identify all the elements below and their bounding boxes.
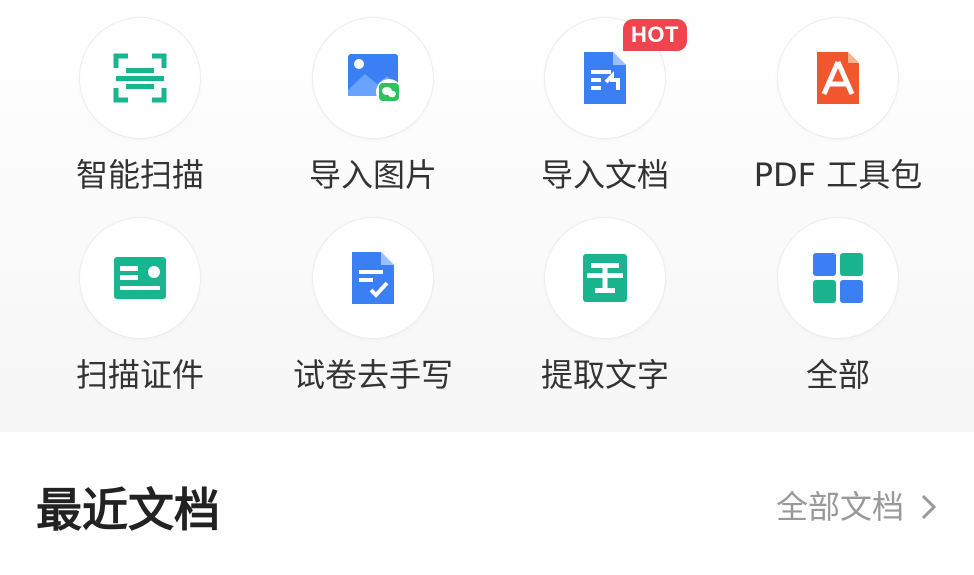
tool-label: PDF 工具包 <box>753 156 923 194</box>
tool-icon-circle <box>778 18 898 138</box>
tool-label: 试卷去手写 <box>292 356 453 394</box>
all-documents-link[interactable]: 全部文档 <box>776 487 940 527</box>
tool-label: 全部 <box>805 356 870 394</box>
hot-badge: HOT <box>623 19 687 51</box>
scan-icon <box>113 53 167 103</box>
tool-icon-circle <box>545 218 665 338</box>
chevron-right-icon <box>921 494 937 520</box>
recent-documents-title: 最近文档 <box>36 483 220 537</box>
tool-exam-remove-handwriting[interactable]: 试卷去手写 <box>257 218 489 418</box>
tool-all[interactable]: 全部 <box>722 218 954 418</box>
tool-label: 导入文档 <box>540 156 669 194</box>
tool-icon-circle <box>80 218 200 338</box>
pdf-icon <box>817 52 859 104</box>
tool-label: 智能扫描 <box>75 156 204 194</box>
tool-extract-text[interactable]: 提取文字 <box>489 218 721 418</box>
import-document-icon <box>584 52 626 104</box>
tool-icon-circle <box>313 218 433 338</box>
tool-scan-id[interactable]: 扫描证件 <box>24 218 256 418</box>
tool-import-image[interactable]: 导入图片 <box>257 18 489 218</box>
id-card-icon <box>114 257 166 299</box>
grid-icon <box>813 253 863 303</box>
import-image-icon <box>348 54 402 105</box>
tool-import-document[interactable]: 导入文档 <box>489 18 721 218</box>
extract-text-icon <box>583 254 627 302</box>
tool-label: 导入图片 <box>308 156 437 194</box>
tool-label: 提取文字 <box>540 356 669 394</box>
recent-documents-section: 最近文档 全部文档 <box>0 432 974 575</box>
tool-icon-circle <box>80 18 200 138</box>
tools-panel: 智能扫描 导入图片 导入文档 PDF 工具包 扫描证件 试卷去手写 提取文字 全… <box>0 0 974 432</box>
exam-paper-icon <box>352 252 394 304</box>
tool-icon-circle <box>313 18 433 138</box>
tool-label: 扫描证件 <box>75 356 204 394</box>
tool-pdf-toolkit[interactable]: PDF 工具包 <box>722 18 954 218</box>
tool-smart-scan[interactable]: 智能扫描 <box>24 18 256 218</box>
tool-icon-circle <box>778 218 898 338</box>
all-documents-label: 全部文档 <box>775 488 904 526</box>
